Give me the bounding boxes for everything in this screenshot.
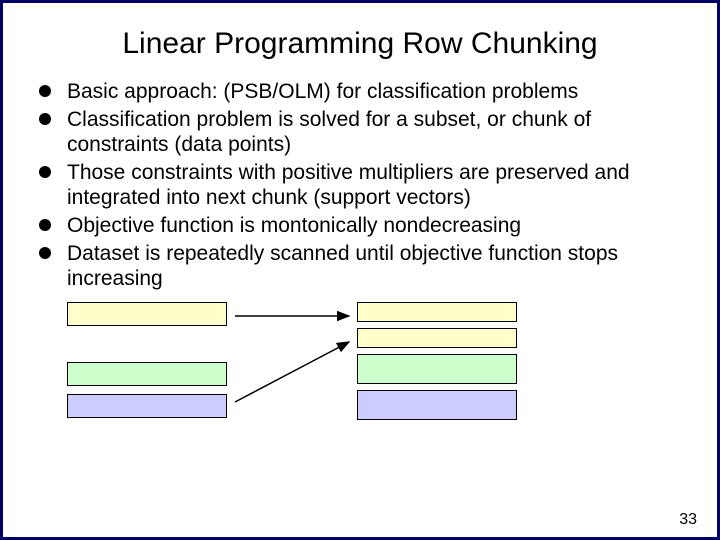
list-item: Those constraints with positive multipli…: [33, 160, 687, 211]
list-item: Classification problem is solved for a s…: [33, 107, 687, 158]
chunk1-blue: [67, 394, 227, 418]
arrow-icon: [235, 342, 349, 402]
bullet-icon: [39, 247, 51, 259]
slide: Linear Programming Row Chunking Basic ap…: [0, 0, 720, 540]
list-item: Basic approach: (PSB/OLM) for classifica…: [33, 79, 687, 105]
bullet-text: Dataset is repeatedly scanned until obje…: [67, 242, 618, 291]
chunk1-yellow: [67, 302, 227, 326]
slide-title: Linear Programming Row Chunking: [33, 27, 687, 61]
bullet-list: Basic approach: (PSB/OLM) for classifica…: [33, 79, 687, 292]
bullet-icon: [39, 166, 51, 178]
bullet-text: Objective function is montonically nonde…: [67, 214, 521, 237]
chunking-diagram: [67, 302, 687, 452]
list-item: Objective function is montonically nonde…: [33, 213, 687, 239]
bullet-text: Those constraints with positive multipli…: [67, 161, 630, 210]
chunk2-blue: [357, 390, 517, 420]
bullet-icon: [39, 219, 51, 231]
bullet-icon: [39, 113, 51, 125]
bullet-icon: [39, 85, 51, 97]
chunk2-yellow1: [357, 302, 517, 322]
list-item: Dataset is repeatedly scanned until obje…: [33, 241, 687, 292]
chunk1-green: [67, 362, 227, 386]
chunk2-yellow2: [357, 328, 517, 348]
page-number: 33: [679, 511, 697, 529]
bullet-text: Classification problem is solved for a s…: [67, 108, 591, 157]
bullet-text: Basic approach: (PSB/OLM) for classifica…: [67, 80, 578, 103]
chunk2-green: [357, 354, 517, 384]
